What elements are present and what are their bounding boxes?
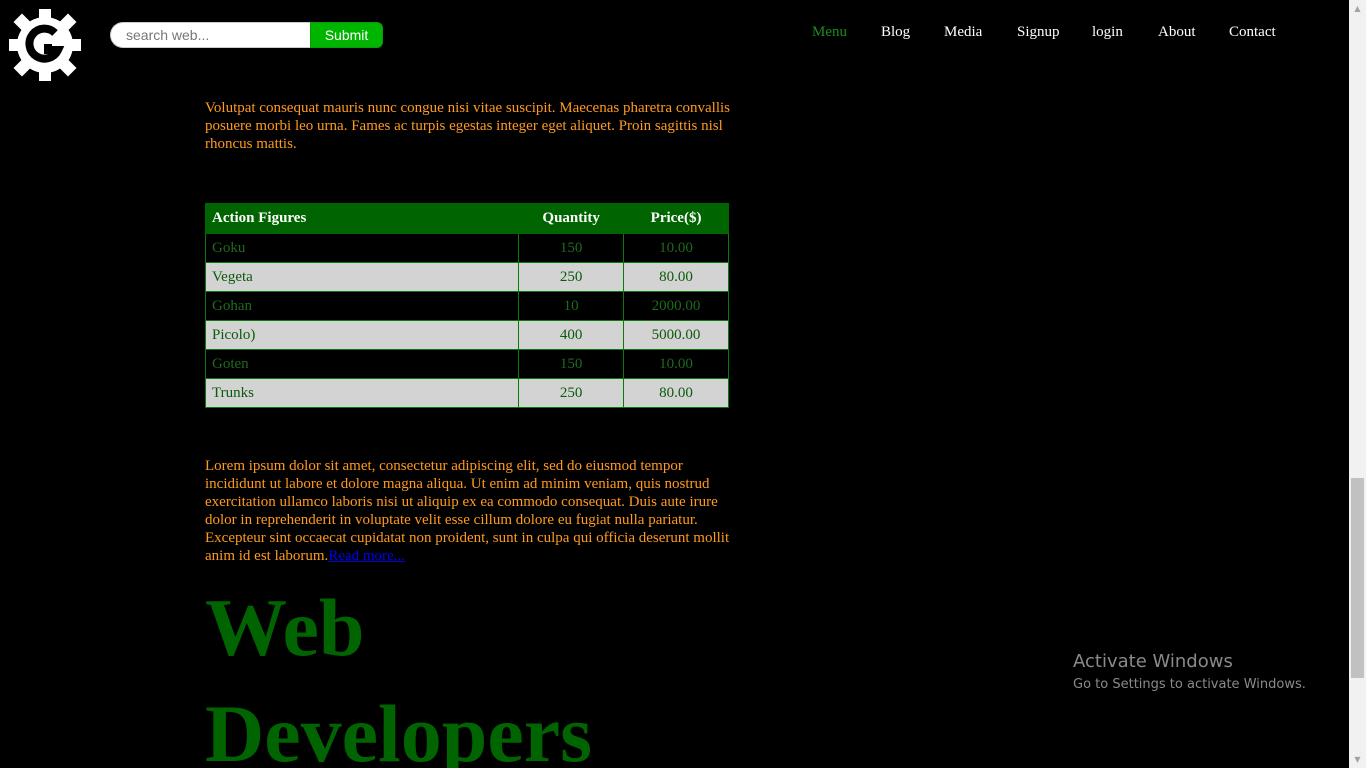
nav-about[interactable]: About: [1158, 24, 1229, 41]
cell-quantity: 250: [518, 378, 625, 408]
cell-price: 10.00: [623, 233, 729, 263]
cell-price: 80.00: [623, 262, 729, 292]
table-row: Trunks 250 80.00: [204, 378, 729, 408]
vertical-scrollbar[interactable]: ▲ ▼: [1349, 0, 1366, 768]
header-quantity: Quantity: [518, 203, 625, 234]
cell-quantity: 400: [518, 320, 625, 350]
cell-figure: Goten: [204, 349, 520, 379]
scroll-thumb[interactable]: [1351, 478, 1364, 678]
action-figures-table: Action Figures Quantity Price($) Goku 15…: [204, 203, 729, 408]
cell-quantity: 150: [518, 233, 625, 263]
cell-quantity: 10: [518, 291, 625, 321]
cell-figure: Trunks: [204, 378, 520, 408]
nav-media[interactable]: Media: [944, 24, 1017, 41]
lorem-text: Lorem ipsum dolor sit amet, consectetur …: [205, 458, 730, 564]
cell-figure: Goku: [204, 233, 520, 263]
cell-price: 2000.00: [623, 291, 729, 321]
cell-price: 5000.00: [623, 320, 729, 350]
nav-contact[interactable]: Contact: [1229, 24, 1289, 41]
activate-windows-subtitle: Go to Settings to activate Windows.: [1073, 677, 1306, 692]
submit-button[interactable]: Submit: [310, 22, 383, 48]
table-row: Goten 150 10.00: [204, 349, 729, 379]
cell-figure: Vegeta: [204, 262, 520, 292]
cell-figure: Picolo): [204, 320, 520, 350]
activate-windows-title: Activate Windows: [1073, 651, 1233, 672]
page: Submit Menu Blog Media Signup login Abou…: [0, 0, 1349, 768]
table-row: Gohan 10 2000.00: [204, 291, 729, 321]
cell-price: 80.00: [623, 378, 729, 408]
nav-blog[interactable]: Blog: [881, 24, 944, 41]
cell-quantity: 250: [518, 262, 625, 292]
big-heading: Web Developers: [205, 582, 593, 768]
main-nav: Menu Blog Media Signup login About Conta…: [812, 24, 1289, 41]
cell-figure: Gohan: [204, 291, 520, 321]
table-row: Picolo) 400 5000.00: [204, 320, 729, 350]
header-action-figures: Action Figures: [204, 203, 520, 234]
table-header-row: Action Figures Quantity Price($): [204, 203, 729, 234]
intro-paragraph: Volutpat consequat mauris nunc congue ni…: [205, 100, 730, 152]
nav-menu[interactable]: Menu: [812, 24, 881, 41]
table-row: Goku 150 10.00: [204, 233, 729, 263]
scroll-down-arrow-icon[interactable]: ▼: [1349, 751, 1366, 768]
cell-quantity: 150: [518, 349, 625, 379]
search-bar: Submit: [110, 22, 383, 48]
read-more-link[interactable]: Read more...: [328, 548, 405, 564]
gear-g-logo-icon[interactable]: [8, 8, 82, 82]
lorem-paragraph: Lorem ipsum dolor sit amet, consectetur …: [205, 457, 730, 565]
activate-windows-watermark: Activate Windows Go to Settings to activ…: [1073, 651, 1306, 695]
header-price: Price($): [623, 203, 729, 234]
nav-login[interactable]: login: [1092, 24, 1158, 41]
cell-price: 10.00: [623, 349, 729, 379]
table-row: Vegeta 250 80.00: [204, 262, 729, 292]
scroll-up-arrow-icon[interactable]: ▲: [1349, 0, 1366, 17]
search-input[interactable]: [110, 22, 310, 48]
nav-signup[interactable]: Signup: [1017, 24, 1092, 41]
